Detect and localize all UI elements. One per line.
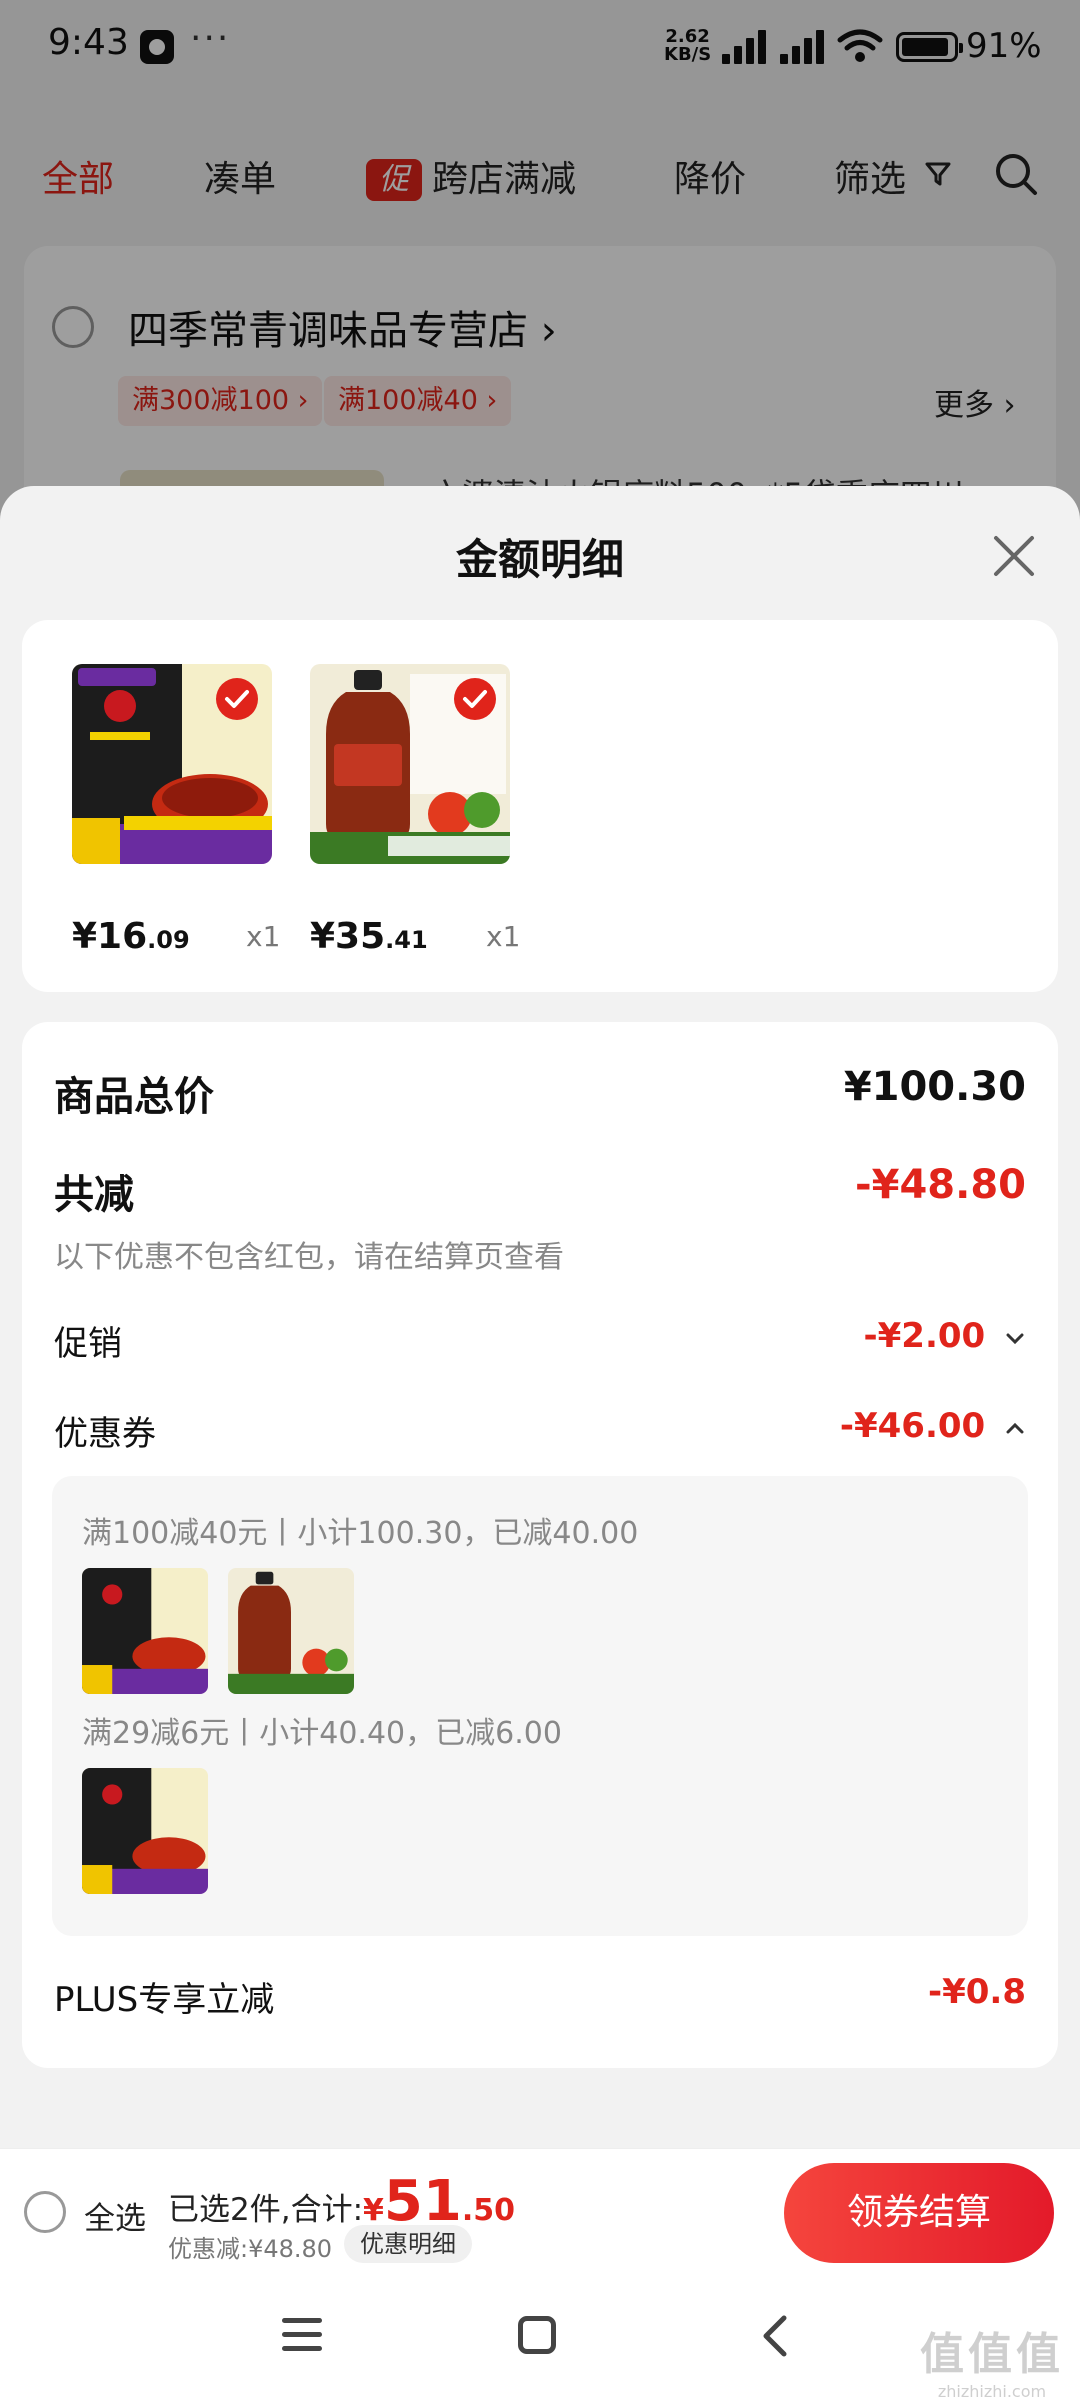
- chevron-up-icon: [1006, 1422, 1024, 1433]
- promotion-row-toggle[interactable]: -¥2.00: [864, 1316, 1026, 1356]
- discount-summary: 优惠减:¥48.80: [168, 2235, 333, 2263]
- home-icon[interactable]: [518, 2316, 556, 2354]
- reduction-note: 以下优惠不包含红包，请在结算页查看: [54, 1240, 564, 1275]
- check-icon[interactable]: [216, 678, 258, 720]
- coupon-label: 优惠券: [54, 1414, 156, 1454]
- coupon-item-thumbnail: [82, 1768, 208, 1894]
- system-nav-bar: [0, 2276, 1080, 2400]
- amount-detail-sheet: 金额明细 ¥16.09 x1 ¥35.41 x1 商品总价 ¥100.30 共减…: [0, 486, 1080, 2148]
- chevron-down-icon: [1006, 1333, 1024, 1344]
- select-all-radio[interactable]: [24, 2191, 66, 2233]
- product-price: ¥16.09: [72, 916, 190, 957]
- total-price-value: ¥100.30: [843, 1064, 1026, 1110]
- product-image-rapeseed-oil[interactable]: [310, 664, 510, 864]
- watermark-logo: 值值值: [920, 2329, 1064, 2380]
- discount-detail-button[interactable]: 优惠明细: [344, 2225, 472, 2263]
- menu-icon[interactable]: [282, 2318, 322, 2352]
- selected-products-card: ¥16.09 x1 ¥35.41 x1: [22, 620, 1058, 992]
- coupon-item-thumbnail: [82, 1568, 208, 1694]
- promotion-label: 促销: [54, 1324, 122, 1364]
- coupon-breakdown: 满100减40元丨小计100.30，已减40.00 满29减6元丨小计40.40…: [52, 1476, 1028, 1936]
- coupon-group-text: 满29减6元丨小计40.40，已减6.00: [82, 1716, 562, 1751]
- product-quantity: x1: [486, 920, 521, 953]
- coupon-row-toggle[interactable]: -¥46.00: [840, 1406, 1026, 1446]
- selection-summary: 已选2件,合计:¥51.50: [168, 2169, 515, 2234]
- price-detail-card: 商品总价 ¥100.30 共减 -¥48.80 以下优惠不包含红包，请在结算页查…: [22, 1022, 1058, 2068]
- total-reduction-label: 共减: [54, 1172, 134, 1218]
- watermark-url: zhizhizhi.com: [937, 2382, 1047, 2400]
- watermark: 值值值 zhizhizhi.com: [920, 2318, 1064, 2400]
- coupon-item-thumbnail: [228, 1568, 354, 1694]
- total-reduction-value: -¥48.80: [855, 1162, 1026, 1208]
- total-price-label: 商品总价: [54, 1074, 214, 1120]
- product-quantity: x1: [246, 920, 281, 953]
- sheet-title: 金额明细: [455, 535, 624, 584]
- plus-discount-value: -¥0.8: [928, 1972, 1026, 2012]
- product-image-hotpot-base[interactable]: [72, 664, 272, 864]
- check-icon[interactable]: [454, 678, 496, 720]
- product-price: ¥35.41: [310, 916, 428, 957]
- checkout-bar: 全选 已选2件,合计:¥51.50 优惠减:¥48.80 优惠明细 领券结算: [0, 2148, 1080, 2276]
- coupon-value: -¥46.00: [839, 1406, 986, 1446]
- coupon-group-text: 满100减40元丨小计100.30，已减40.00: [82, 1516, 639, 1551]
- back-icon[interactable]: [756, 2314, 796, 2358]
- checkout-button[interactable]: 领券结算: [784, 2163, 1054, 2263]
- close-icon[interactable]: [988, 530, 1040, 582]
- select-all-label[interactable]: 全选: [84, 2193, 146, 2238]
- plus-discount-label: PLUS专享立减: [54, 1980, 275, 2020]
- promotion-value: -¥2.00: [863, 1316, 986, 1356]
